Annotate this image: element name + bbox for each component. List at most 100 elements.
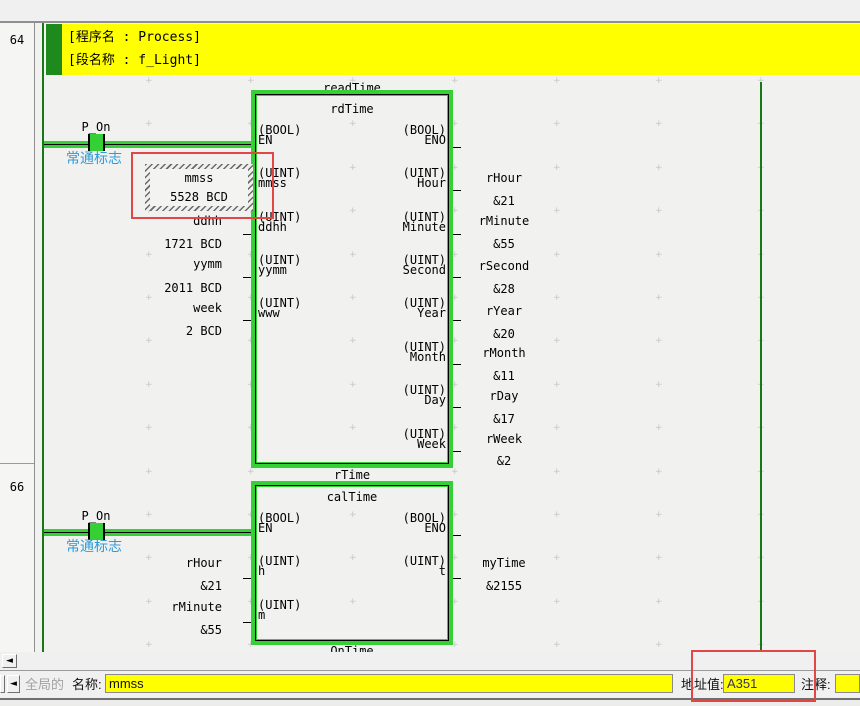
- grid-mark: +: [655, 425, 663, 432]
- function-block-caltime[interactable]: calTime (BOOL)EN (UINT)h (UINT)m (BOOL)E…: [251, 481, 453, 645]
- fb-type-name: calTime: [257, 491, 447, 503]
- grid-mark: +: [145, 78, 153, 85]
- fb-output-pin: (UINT)Minute: [403, 212, 446, 232]
- program-name-label: [程序名 : Process]: [68, 30, 201, 45]
- scroll-left-button[interactable]: ◄: [2, 654, 17, 668]
- operand-name[interactable]: rWeek: [454, 433, 554, 445]
- left-power-rail: [42, 23, 44, 652]
- annotation-box-address: [691, 650, 816, 702]
- operand-value: &21: [100, 580, 222, 592]
- rung-number-64[interactable]: 64: [0, 33, 34, 47]
- grid-mark: +: [655, 295, 663, 302]
- operand-value: 1721 BCD: [100, 238, 222, 250]
- fb-output-pin: (UINT)Second: [403, 255, 446, 275]
- grid-mark: +: [553, 165, 561, 172]
- annotation-box-operand: [131, 152, 274, 219]
- pin-tick: [453, 320, 461, 321]
- fb-output-pin: (UINT)Year: [403, 298, 446, 318]
- operand-value: 2 BCD: [100, 325, 222, 337]
- pin-tick: [453, 364, 461, 365]
- grid-mark: +: [145, 295, 153, 302]
- pin-tick: [453, 451, 461, 452]
- rung66-contact-label: P_On: [66, 510, 126, 522]
- pane-left-button[interactable]: ◄: [7, 675, 20, 693]
- fb-output-pin: (UINT)Hour: [403, 168, 446, 188]
- operand-name[interactable]: yymm: [100, 258, 222, 270]
- grid-mark: +: [553, 121, 561, 128]
- grid-mark: +: [553, 469, 561, 476]
- fb-type-name: rdTime: [257, 103, 447, 115]
- comment-input[interactable]: [835, 674, 860, 693]
- grid-mark: +: [553, 382, 561, 389]
- grid-mark: +: [145, 512, 153, 519]
- fb-output-pin: (BOOL)ENO: [403, 513, 446, 533]
- rung-comment-banner[interactable]: [程序名 : Process] [段名称 : f_Light]: [46, 24, 860, 75]
- rung64-contact-p-on[interactable]: [88, 134, 105, 151]
- pin-tick: [243, 277, 251, 278]
- operand-value: &28: [454, 283, 554, 295]
- operand-name[interactable]: myTime: [454, 557, 554, 569]
- operand-name[interactable]: rMonth: [454, 347, 554, 359]
- right-power-rail: [760, 82, 762, 650]
- rung-margin-column: 64 66: [0, 23, 35, 652]
- grid-mark: +: [553, 512, 561, 519]
- grid-mark: +: [655, 208, 663, 215]
- operand-name[interactable]: rSecond: [454, 260, 554, 272]
- operand-name[interactable]: rHour: [454, 172, 554, 184]
- grid-mark: +: [655, 555, 663, 562]
- grid-mark: +: [655, 338, 663, 345]
- operand-name[interactable]: week: [100, 302, 222, 314]
- banner-green-bar: [46, 24, 62, 75]
- fb-input-pin: (BOOL)EN: [258, 513, 301, 533]
- rung66-contact-comment: 常通标志: [66, 539, 122, 554]
- operand-name[interactable]: rMinute: [454, 215, 554, 227]
- fb-output-pin: (UINT)Day: [403, 385, 446, 405]
- grid-mark: +: [553, 78, 561, 85]
- name-label: 名称:: [72, 677, 102, 693]
- name-input[interactable]: mmss: [105, 674, 673, 693]
- grid-mark: +: [145, 382, 153, 389]
- ladder-editor-canvas[interactable]: ++++++++++++++++++++++++++++++++++++++++…: [0, 23, 860, 652]
- pin-tick: [243, 234, 251, 235]
- rung64-contact-comment: 常通标志: [66, 151, 122, 166]
- grid-mark: +: [145, 642, 153, 649]
- pin-tick: [453, 578, 461, 579]
- fb-output-pin: (BOOL)ENO: [403, 125, 446, 145]
- operand-value: &20: [454, 328, 554, 340]
- pin-tick: [243, 622, 251, 623]
- cx-programmer-ladder-window: ++++++++++++++++++++++++++++++++++++++++…: [0, 0, 860, 706]
- grid-mark: +: [655, 599, 663, 606]
- operand-value: 2011 BCD: [100, 282, 222, 294]
- section-name-label: [段名称 : f_Light]: [68, 53, 201, 68]
- fb-output-pin: (UINT)t: [403, 556, 446, 576]
- operand-value: &21: [454, 195, 554, 207]
- operand-name[interactable]: rDay: [454, 390, 554, 402]
- grid-mark: +: [655, 78, 663, 85]
- grid-mark: +: [553, 425, 561, 432]
- grid-mark: +: [553, 295, 561, 302]
- fb-input-pin: (UINT)yymm: [258, 255, 301, 275]
- operand-name[interactable]: rYear: [454, 305, 554, 317]
- scroll-left-icon: ◄: [6, 656, 13, 666]
- fb-input-pin: (UINT)m: [258, 600, 301, 620]
- operand-name[interactable]: rMinute: [100, 601, 222, 613]
- rung-number-66[interactable]: 66: [0, 480, 34, 494]
- fb-input-pin: (BOOL)EN: [258, 125, 301, 145]
- grid-mark: +: [655, 252, 663, 259]
- operand-name[interactable]: rHour: [100, 557, 222, 569]
- grid-mark: +: [553, 208, 561, 215]
- fb-output-pin: (UINT)Week: [403, 429, 446, 449]
- pin-tick: [453, 234, 461, 235]
- grid-mark: +: [145, 121, 153, 128]
- pane-splitter-button[interactable]: [0, 675, 5, 693]
- pane-left-icon: ◄: [10, 679, 17, 689]
- pin-tick: [243, 320, 251, 321]
- grid-mark: +: [655, 121, 663, 128]
- grid-mark: +: [655, 165, 663, 172]
- grid-mark: +: [553, 599, 561, 606]
- function-block-rdtime[interactable]: rdTime (BOOL)EN (UINT)mmss (UINT)ddhh (U…: [251, 90, 453, 468]
- fb-output-pin: (UINT)Month: [403, 342, 446, 362]
- rung66-power-line: [44, 529, 251, 536]
- grid-mark: +: [145, 425, 153, 432]
- rung-separator: [0, 463, 34, 464]
